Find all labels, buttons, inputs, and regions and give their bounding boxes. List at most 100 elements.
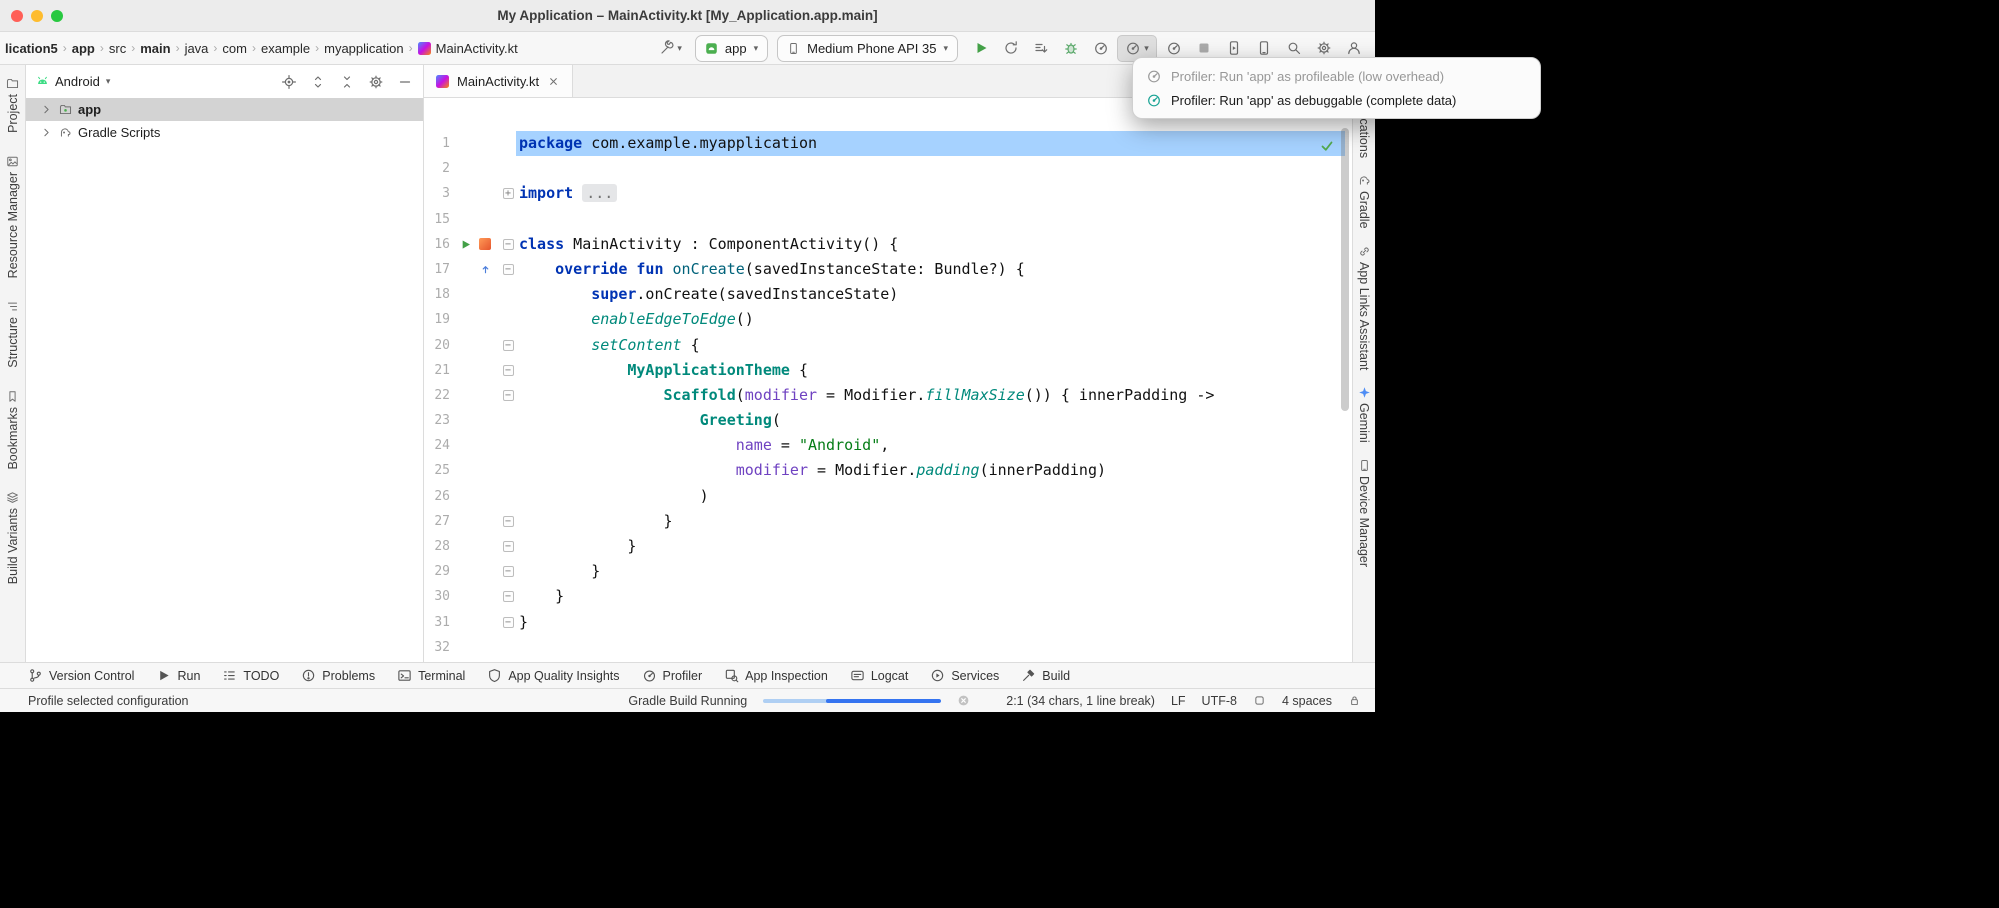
tool-stripe-gradle[interactable]: Gradle [1357,174,1371,229]
tool-stripe-app-links-assistant[interactable]: App Links Assistant [1357,245,1371,370]
tool-window-button-build[interactable]: Build [1021,668,1070,683]
editor-body[interactable]: 1package com.example.myapplication23+imp… [424,98,1352,662]
device-selector[interactable]: Medium Phone API 35 ▾ [777,35,958,62]
run-configuration-selector[interactable]: app ▾ [695,35,768,62]
run-button[interactable] [967,35,994,62]
target-icon[interactable] [281,74,297,90]
debug-button[interactable] [1057,35,1084,62]
file-encoding[interactable]: UTF-8 [1202,694,1237,708]
breadcrumb-item-myapplication[interactable]: myapplication [321,40,407,57]
code-line-32[interactable]: 32 [424,635,1345,660]
close-window-button[interactable] [11,10,23,22]
expand-all-icon[interactable] [310,74,326,90]
code-line-16[interactable]: 16−class MainActivity : ComponentActivit… [424,232,1345,257]
code-line-27[interactable]: 27− } [424,509,1345,534]
tool-window-button-run[interactable]: Run [156,668,200,683]
tool-stripe-project[interactable]: Project [6,77,20,133]
code-line-18[interactable]: 18 super.onCreate(savedInstanceState) [424,282,1345,307]
code-line-28[interactable]: 28− } [424,534,1345,559]
tool-window-button-terminal[interactable]: Terminal [397,668,465,683]
code-line-17[interactable]: 17− override fun onCreate(savedInstanceS… [424,257,1345,282]
code-line-21[interactable]: 21− MyApplicationTheme { [424,358,1345,383]
profiler-menu-item-1[interactable]: Profiler: Run 'app' as profileable (low … [1133,64,1540,88]
attach-profiler-button[interactable] [1087,35,1114,62]
cancel-build-icon[interactable] [957,694,970,707]
project-tree-item-app[interactable]: app [26,98,423,121]
fold-gutter[interactable]: + [500,188,516,199]
code-line-19[interactable]: 19 enableEdgeToEdge() [424,307,1345,332]
collapse-all-icon[interactable] [339,74,355,90]
overrides-method-icon[interactable] [479,263,492,276]
tool-stripe-gemini[interactable]: Gemini [1357,386,1371,443]
breadcrumb-item-main[interactable]: main [137,40,173,57]
project-view-selector[interactable]: Android [55,74,100,89]
line-separator[interactable]: LF [1171,694,1186,708]
tool-stripe-device-manager[interactable]: Device Manager [1357,459,1371,567]
tool-window-button-version-control[interactable]: Version Control [28,668,134,683]
indent-style[interactable]: 4 spaces [1282,694,1332,708]
fold-gutter[interactable]: − [500,264,516,275]
code-line-26[interactable]: 26 ) [424,484,1345,509]
inspections-ok-icon[interactable] [1319,138,1335,154]
close-tab-icon[interactable] [547,75,560,88]
build-tool-button[interactable]: ▾ [655,37,686,59]
fold-gutter[interactable]: − [500,566,516,577]
compose-preview-icon[interactable] [479,238,491,250]
tool-window-button-problems[interactable]: Problems [301,668,375,683]
tool-window-button-profiler[interactable]: Profiler [642,668,703,683]
breadcrumb-item-com[interactable]: com [219,40,250,57]
breadcrumb-item-java[interactable]: java [182,40,212,57]
fold-gutter[interactable]: − [500,617,516,628]
breadcrumb-item-mainactivity-kt[interactable]: MainActivity.kt [415,40,521,57]
status-widget-icon[interactable] [1253,694,1266,707]
minus-icon[interactable] [397,74,413,90]
code-line-24[interactable]: 24 name = "Android", [424,433,1345,458]
breadcrumb-item-src[interactable]: src [106,40,129,57]
breadcrumb-item-example[interactable]: example [258,40,313,57]
fold-gutter[interactable]: − [500,390,516,401]
tool-stripe-resource-manager[interactable]: Resource Manager [6,155,20,278]
fold-gutter[interactable]: − [500,516,516,527]
tool-window-button-logcat[interactable]: Logcat [850,668,909,683]
code-line-20[interactable]: 20− setContent { [424,333,1345,358]
code-line-22[interactable]: 22− Scaffold(modifier = Modifier.fillMax… [424,383,1345,408]
tool-stripe-structure[interactable]: Structure [6,300,20,368]
lock-icon[interactable] [1348,694,1361,707]
tool-stripe-build-variants[interactable]: Build Variants [6,491,20,584]
fold-gutter[interactable]: − [500,340,516,351]
project-tree-item-gradle-scripts[interactable]: Gradle Scripts [26,121,423,144]
expand-chevron-icon[interactable] [40,103,53,116]
code-line-3[interactable]: 3+import ... [424,181,1345,206]
tool-stripe-bookmarks[interactable]: Bookmarks [6,390,20,470]
gear-icon[interactable] [368,74,384,90]
code-line-30[interactable]: 30− } [424,584,1345,609]
editor-tab-mainactivity[interactable]: MainActivity.kt [424,65,573,97]
code-line-29[interactable]: 29− } [424,559,1345,584]
rerun-button[interactable] [997,35,1024,62]
fold-gutter[interactable]: − [500,591,516,602]
breadcrumb-item-lication5[interactable]: lication5 [2,40,61,57]
code-line-2[interactable]: 2 [424,156,1345,181]
tool-window-button-todo[interactable]: TODO [222,668,279,683]
code-line-15[interactable]: 15 [424,207,1345,232]
tool-window-button-app-inspection[interactable]: App Inspection [724,668,828,683]
breadcrumb-item-app[interactable]: app [69,40,98,57]
build-progress-bar [763,699,941,703]
caret-position[interactable]: 2:1 (34 chars, 1 line break) [1006,694,1155,708]
code-line-31[interactable]: 31−} [424,610,1345,635]
tool-window-button-app-quality-insights[interactable]: App Quality Insights [487,668,619,683]
apply-code-changes-button[interactable] [1027,35,1054,62]
run-line-icon[interactable] [459,238,472,251]
code-line-23[interactable]: 23 Greeting( [424,408,1345,433]
fold-gutter[interactable]: − [500,365,516,376]
expand-chevron-icon[interactable] [40,126,53,139]
code-line-25[interactable]: 25 modifier = Modifier.padding(innerPadd… [424,458,1345,483]
profiler-menu-item-2[interactable]: Profiler: Run 'app' as debuggable (compl… [1133,88,1540,112]
tool-window-button-services[interactable]: Services [930,668,999,683]
fold-gutter[interactable]: − [500,541,516,552]
code-line-1[interactable]: 1package com.example.myapplication [424,131,1345,156]
zoom-window-button[interactable] [51,10,63,22]
minimize-window-button[interactable] [31,10,43,22]
fold-gutter[interactable]: − [500,239,516,250]
editor-scrollbar[interactable] [1341,128,1349,411]
